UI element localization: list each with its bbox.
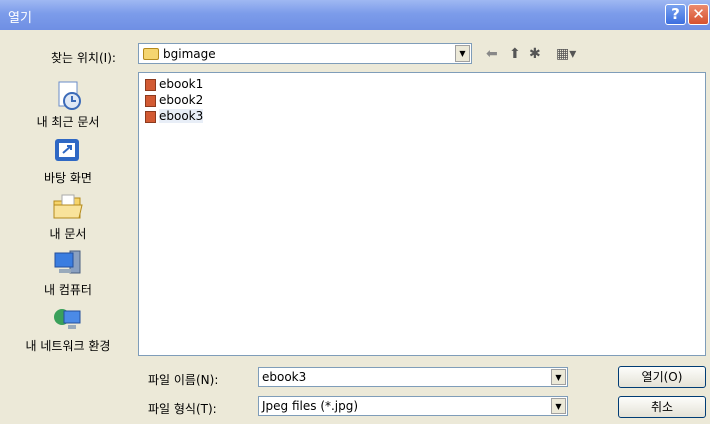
place-my-documents[interactable]: 내 문서 <box>6 191 130 242</box>
filetype-label: 파일 형식(T): <box>148 402 217 416</box>
chevron-down-icon[interactable]: ▼ <box>551 369 566 385</box>
back-arrow-icon[interactable]: ⬅ <box>486 46 498 62</box>
place-label: 내 문서 <box>49 227 87 241</box>
chevron-down-icon[interactable]: ▼ <box>455 45 470 62</box>
close-button[interactable]: ✕ <box>688 4 709 25</box>
my-documents-icon <box>53 194 83 219</box>
filename-label: 파일 이름(N): <box>148 373 219 387</box>
place-my-computer[interactable]: 내 컴퓨터 <box>6 247 130 298</box>
help-button[interactable]: ? <box>665 4 686 25</box>
jpeg-file-icon <box>145 94 156 107</box>
file-name: ebook3 <box>159 109 204 123</box>
desktop-icon <box>55 139 79 161</box>
filetype-value: Jpeg files (*.jpg) <box>262 399 359 413</box>
file-name: ebook1 <box>159 77 204 91</box>
open-dialog: 열기 ? ✕ 찾는 위치(I): bgimage ▼ ⬅ ⬆ ✱ ▦▾ 내 최근… <box>0 0 710 424</box>
place-label: 내 컴퓨터 <box>44 283 92 297</box>
window-title: 열기 <box>8 11 32 26</box>
look-in-value: bgimage <box>163 47 216 61</box>
up-one-level-icon[interactable]: ⬆ <box>509 46 521 62</box>
filename-value: ebook3 <box>262 370 307 384</box>
chevron-down-icon[interactable]: ▼ <box>551 398 566 414</box>
file-item-selected[interactable]: ebook3 <box>145 109 204 124</box>
filename-input[interactable]: ebook3 ▼ <box>258 367 568 387</box>
file-item[interactable]: ebook1 <box>145 77 203 92</box>
file-name: ebook2 <box>159 93 204 107</box>
network-places-icon <box>54 309 81 329</box>
views-menu-icon[interactable]: ▦▾ <box>556 46 576 62</box>
place-network[interactable]: 내 네트워크 환경 <box>6 303 130 354</box>
title-bar[interactable]: 열기 ? ✕ <box>0 0 710 30</box>
places-bar: 내 최근 문서 바탕 화면 내 문서 내 컴퓨터 내 네트워크 환경 <box>6 71 130 353</box>
file-list[interactable]: ebook1 ebook2 ebook3 <box>138 72 706 356</box>
place-desktop[interactable]: 바탕 화면 <box>6 135 130 186</box>
place-label: 바탕 화면 <box>44 171 92 185</box>
place-recent-documents[interactable]: 내 최근 문서 <box>6 79 130 130</box>
new-folder-icon[interactable]: ✱ <box>529 46 541 62</box>
cancel-button[interactable]: 취소 <box>618 396 706 418</box>
my-computer-icon <box>54 250 81 274</box>
filetype-dropdown[interactable]: Jpeg files (*.jpg) ▼ <box>258 396 568 416</box>
look-in-dropdown[interactable]: bgimage ▼ <box>138 43 472 64</box>
jpeg-file-icon <box>145 110 156 123</box>
file-item[interactable]: ebook2 <box>145 93 203 108</box>
jpeg-file-icon <box>145 78 156 91</box>
look-in-label: 찾는 위치(I): <box>51 51 116 65</box>
place-label: 내 최근 문서 <box>36 115 100 129</box>
open-button[interactable]: 열기(O) <box>618 366 706 388</box>
place-label: 내 네트워크 환경 <box>25 339 111 353</box>
recent-documents-icon <box>58 81 81 110</box>
folder-icon <box>143 48 159 60</box>
